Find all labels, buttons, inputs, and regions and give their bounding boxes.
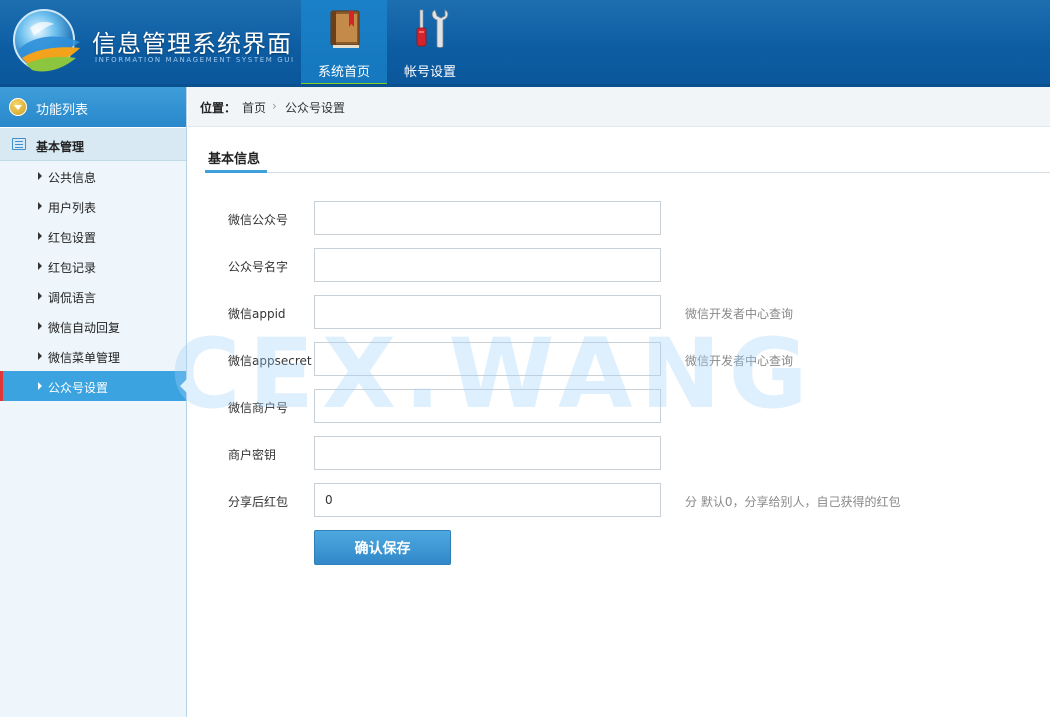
share-redpacket-label: 分享后红包	[228, 495, 289, 509]
sidebar-item-redpacket-settings[interactable]: 红包设置	[0, 221, 186, 251]
sidebar-item-label: 红包设置	[48, 231, 97, 245]
app-subtitle: INFORMATION MANAGEMENT SYSTEM GUI	[95, 56, 295, 64]
top-nav: 系统首页 帐号设置	[301, 0, 473, 87]
tools-icon	[416, 9, 449, 48]
sidebar-item-account-settings[interactable]: 公众号设置	[0, 371, 187, 401]
appsecret-label: 微信appsecret	[228, 354, 312, 368]
appid-label: 微信appid	[228, 307, 286, 321]
merchant-id-input[interactable]	[314, 389, 661, 423]
sidebar-header[interactable]: 功能列表	[0, 87, 186, 127]
share-redpacket-hint: 分 默认0，分享给别人，自己获得的红包	[685, 495, 901, 509]
sidebar-item-label: 红包记录	[48, 261, 97, 275]
sidebar-item-wechat-auto-reply[interactable]: 微信自动回复	[0, 311, 186, 341]
caret-right-icon	[38, 232, 42, 240]
app-title: 信息管理系统界面	[92, 30, 292, 58]
list-icon	[12, 138, 26, 150]
chevron-down-circle-icon	[9, 98, 27, 116]
nav-home-label: 系统首页	[317, 65, 370, 80]
wechat-account-input[interactable]	[314, 201, 661, 235]
sidebar: 功能列表 基本管理 公共信息 用户列表 红包设置 红包记录 调侃语言 微信自动回…	[0, 87, 187, 717]
sidebar-item-label: 用户列表	[48, 201, 97, 215]
tab-basic-info[interactable]: 基本信息	[205, 140, 267, 173]
caret-right-icon	[38, 322, 42, 330]
breadcrumb-label: 位置：	[200, 101, 237, 115]
tab-basic-info-label: 基本信息	[208, 152, 261, 167]
sidebar-item-redpacket-records[interactable]: 红包记录	[0, 251, 186, 281]
sidebar-item-user-list[interactable]: 用户列表	[0, 191, 186, 221]
caret-right-icon	[38, 262, 42, 270]
nav-home[interactable]: 系统首页	[301, 0, 387, 87]
sidebar-item-label: 调侃语言	[48, 291, 97, 305]
appsecret-hint: 微信开发者中心查询	[685, 354, 794, 368]
account-name-input[interactable]	[314, 248, 661, 282]
book-icon	[330, 10, 360, 48]
merchant-id-label: 微信商户号	[228, 401, 289, 415]
nav-account-settings[interactable]: 帐号设置	[387, 0, 473, 87]
sidebar-item-label: 公众号设置	[48, 381, 109, 395]
globe-logo-icon	[13, 9, 80, 72]
breadcrumb-current: 公众号设置	[285, 101, 346, 115]
sidebar-group-basic[interactable]: 基本管理	[0, 127, 186, 161]
caret-right-icon	[38, 382, 42, 390]
sidebar-item-label: 公共信息	[48, 171, 97, 185]
sidebar-item-tease-language[interactable]: 调侃语言	[0, 281, 186, 311]
account-name-label: 公众号名字	[228, 260, 289, 274]
caret-right-icon	[38, 352, 42, 360]
share-redpacket-input[interactable]	[314, 483, 661, 517]
sidebar-item-wechat-menu[interactable]: 微信菜单管理	[0, 341, 186, 371]
caret-right-icon	[38, 202, 42, 210]
tab-bar: 基本信息	[205, 140, 1050, 173]
merchant-key-input[interactable]	[314, 436, 661, 470]
appid-hint: 微信开发者中心查询	[685, 307, 794, 321]
caret-right-icon	[38, 172, 42, 180]
breadcrumb-home-link[interactable]: 首页	[242, 99, 266, 116]
nav-account-settings-label: 帐号设置	[403, 65, 456, 80]
appid-input[interactable]	[314, 295, 661, 329]
merchant-key-label: 商户密钥	[228, 448, 277, 462]
save-button[interactable]: 确认保存	[314, 530, 451, 565]
sidebar-item-label: 微信菜单管理	[48, 351, 121, 365]
breadcrumb: 位置： 首页 › 公众号设置	[188, 87, 1050, 127]
wechat-account-label: 微信公众号	[228, 213, 289, 227]
sidebar-item-public-info[interactable]: 公共信息	[0, 161, 186, 191]
breadcrumb-separator: ›	[272, 99, 277, 113]
caret-right-icon	[38, 292, 42, 300]
appsecret-input[interactable]	[314, 342, 661, 376]
sidebar-title: 功能列表	[36, 103, 89, 118]
top-header: 信息管理系统界面 INFORMATION MANAGEMENT SYSTEM G…	[0, 0, 1050, 87]
sidebar-item-label: 微信自动回复	[48, 321, 121, 335]
sidebar-group-label: 基本管理	[36, 140, 85, 154]
